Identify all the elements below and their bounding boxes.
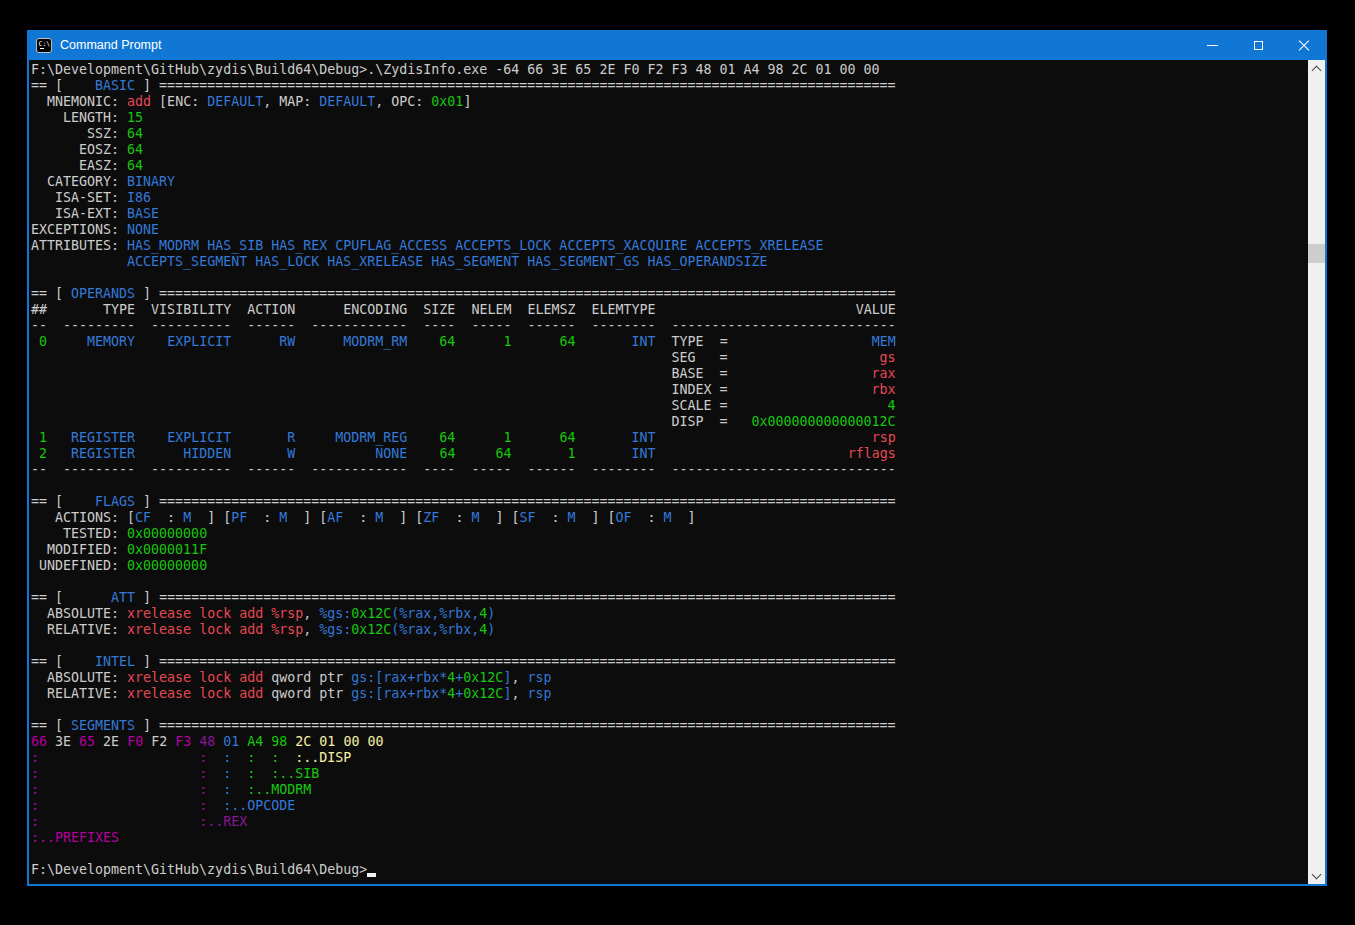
blank-line [31, 846, 1308, 862]
operand-row-2: 2 REGISTER HIDDEN W NONE 64 64 1 INT rfl… [31, 446, 1308, 462]
att-absolute: ABSOLUTE: xrelease lock add %rsp, %gs:0x… [31, 606, 1308, 622]
segments-sib: : : : : :..SIB [31, 766, 1308, 782]
maximize-icon [1254, 41, 1263, 50]
field-length: LENGTH: 15 [31, 110, 1308, 126]
blank-line [31, 270, 1308, 286]
blank-line [31, 478, 1308, 494]
maximize-button[interactable] [1235, 30, 1281, 60]
section-header-basic: == [ BASIC ] ===========================… [31, 78, 1308, 94]
operands-table-header: ## TYPE VISIBILITY ACTION ENCODING SIZE … [31, 302, 1308, 318]
flags-actions: ACTIONS: [CF : M ] [PF : M ] [AF : M ] [… [31, 510, 1308, 526]
section-header-att: == [ ATT ] =============================… [31, 590, 1308, 606]
operand-row-0-disp: DISP = 0x000000000000012C [31, 414, 1308, 430]
operand-row-0-scale: SCALE = 4 [31, 398, 1308, 414]
segments-modrm: : : : :..MODRM [31, 782, 1308, 798]
field-category: CATEGORY: BINARY [31, 174, 1308, 190]
cmd-icon[interactable] [36, 38, 52, 53]
blank-line [31, 574, 1308, 590]
field-ssz: SSZ: 64 [31, 126, 1308, 142]
flags-tested: TESTED: 0x00000000 [31, 526, 1308, 542]
blank-line [31, 702, 1308, 718]
operand-row-0: 0 MEMORY EXPLICIT RW MODRM_RM 64 1 64 IN… [31, 334, 1308, 350]
segments-rex: : :..REX [31, 814, 1308, 830]
operands-divider-bottom: -- --------- ---------- ------ ---------… [31, 462, 1308, 478]
window-body: F:\Development\GitHub\zydis\Build64\Debu… [27, 60, 1327, 886]
command-line: F:\Development\GitHub\zydis\Build64\Debu… [31, 62, 1308, 78]
segments-bytes: 66 3E 65 2E F0 F2 F3 48 01 A4 98 2C 01 0… [31, 734, 1308, 750]
window-title: Command Prompt [60, 38, 161, 52]
field-isa-set: ISA-SET: I86 [31, 190, 1308, 206]
window-controls [1189, 30, 1327, 60]
field-exceptions: EXCEPTIONS: NONE [31, 222, 1308, 238]
command-prompt-window: Command Prompt F:\Development\GitHub\zyd… [27, 30, 1327, 886]
intel-absolute: ABSOLUTE: xrelease lock add qword ptr gs… [31, 670, 1308, 686]
intel-relative: RELATIVE: xrelease lock add qword ptr gs… [31, 686, 1308, 702]
att-relative: RELATIVE: xrelease lock add %rsp, %gs:0x… [31, 622, 1308, 638]
text-cursor [367, 863, 376, 877]
field-attributes: ATTRIBUTES: HAS_MODRM HAS_SIB HAS_REX CP… [31, 238, 1308, 254]
section-header-operands: == [ OPERANDS ] ========================… [31, 286, 1308, 302]
titlebar[interactable]: Command Prompt [27, 30, 1327, 60]
minimize-button[interactable] [1189, 30, 1235, 60]
minimize-icon [1207, 45, 1218, 46]
segments-disp: : : : : : :..DISP [31, 750, 1308, 766]
operands-divider: -- --------- ---------- ------ ---------… [31, 318, 1308, 334]
segments-prefixes: :..PREFIXES [31, 830, 1308, 846]
operand-row-1: 1 REGISTER EXPLICIT R MODRM_REG 64 1 64 … [31, 430, 1308, 446]
section-header-segments: == [ SEGMENTS ] ========================… [31, 718, 1308, 734]
field-isa-ext: ISA-EXT: BASE [31, 206, 1308, 222]
console-output[interactable]: F:\Development\GitHub\zydis\Build64\Debu… [29, 60, 1308, 884]
operand-row-0-seg: SEG = gs [31, 350, 1308, 366]
flags-modified: MODIFIED: 0x0000011F [31, 542, 1308, 558]
close-button[interactable] [1281, 30, 1327, 60]
field-easz: EASZ: 64 [31, 158, 1308, 174]
chevron-up-icon [1312, 65, 1322, 75]
blank-line [31, 638, 1308, 654]
field-attributes-continued: ACCEPTS_SEGMENT HAS_LOCK HAS_XRELEASE HA… [31, 254, 1308, 270]
operand-row-0-base: BASE = rax [31, 366, 1308, 382]
scrollbar-up-button[interactable] [1308, 60, 1325, 77]
chevron-down-icon [1312, 869, 1322, 879]
prompt-line: F:\Development\GitHub\zydis\Build64\Debu… [31, 862, 1308, 878]
flags-undefined: UNDEFINED: 0x00000000 [31, 558, 1308, 574]
close-icon [1298, 39, 1310, 51]
field-mnemonic: MNEMONIC: add [ENC: DEFAULT, MAP: DEFAUL… [31, 94, 1308, 110]
segments-opcode: : : :..OPCODE [31, 798, 1308, 814]
scrollbar-down-button[interactable] [1308, 867, 1325, 884]
scrollbar-thumb[interactable] [1308, 244, 1325, 263]
operand-row-0-index: INDEX = rbx [31, 382, 1308, 398]
section-header-intel: == [ INTEL ] ===========================… [31, 654, 1308, 670]
section-header-flags: == [ FLAGS ] ===========================… [31, 494, 1308, 510]
field-eosz: EOSZ: 64 [31, 142, 1308, 158]
scrollbar[interactable] [1308, 60, 1325, 884]
